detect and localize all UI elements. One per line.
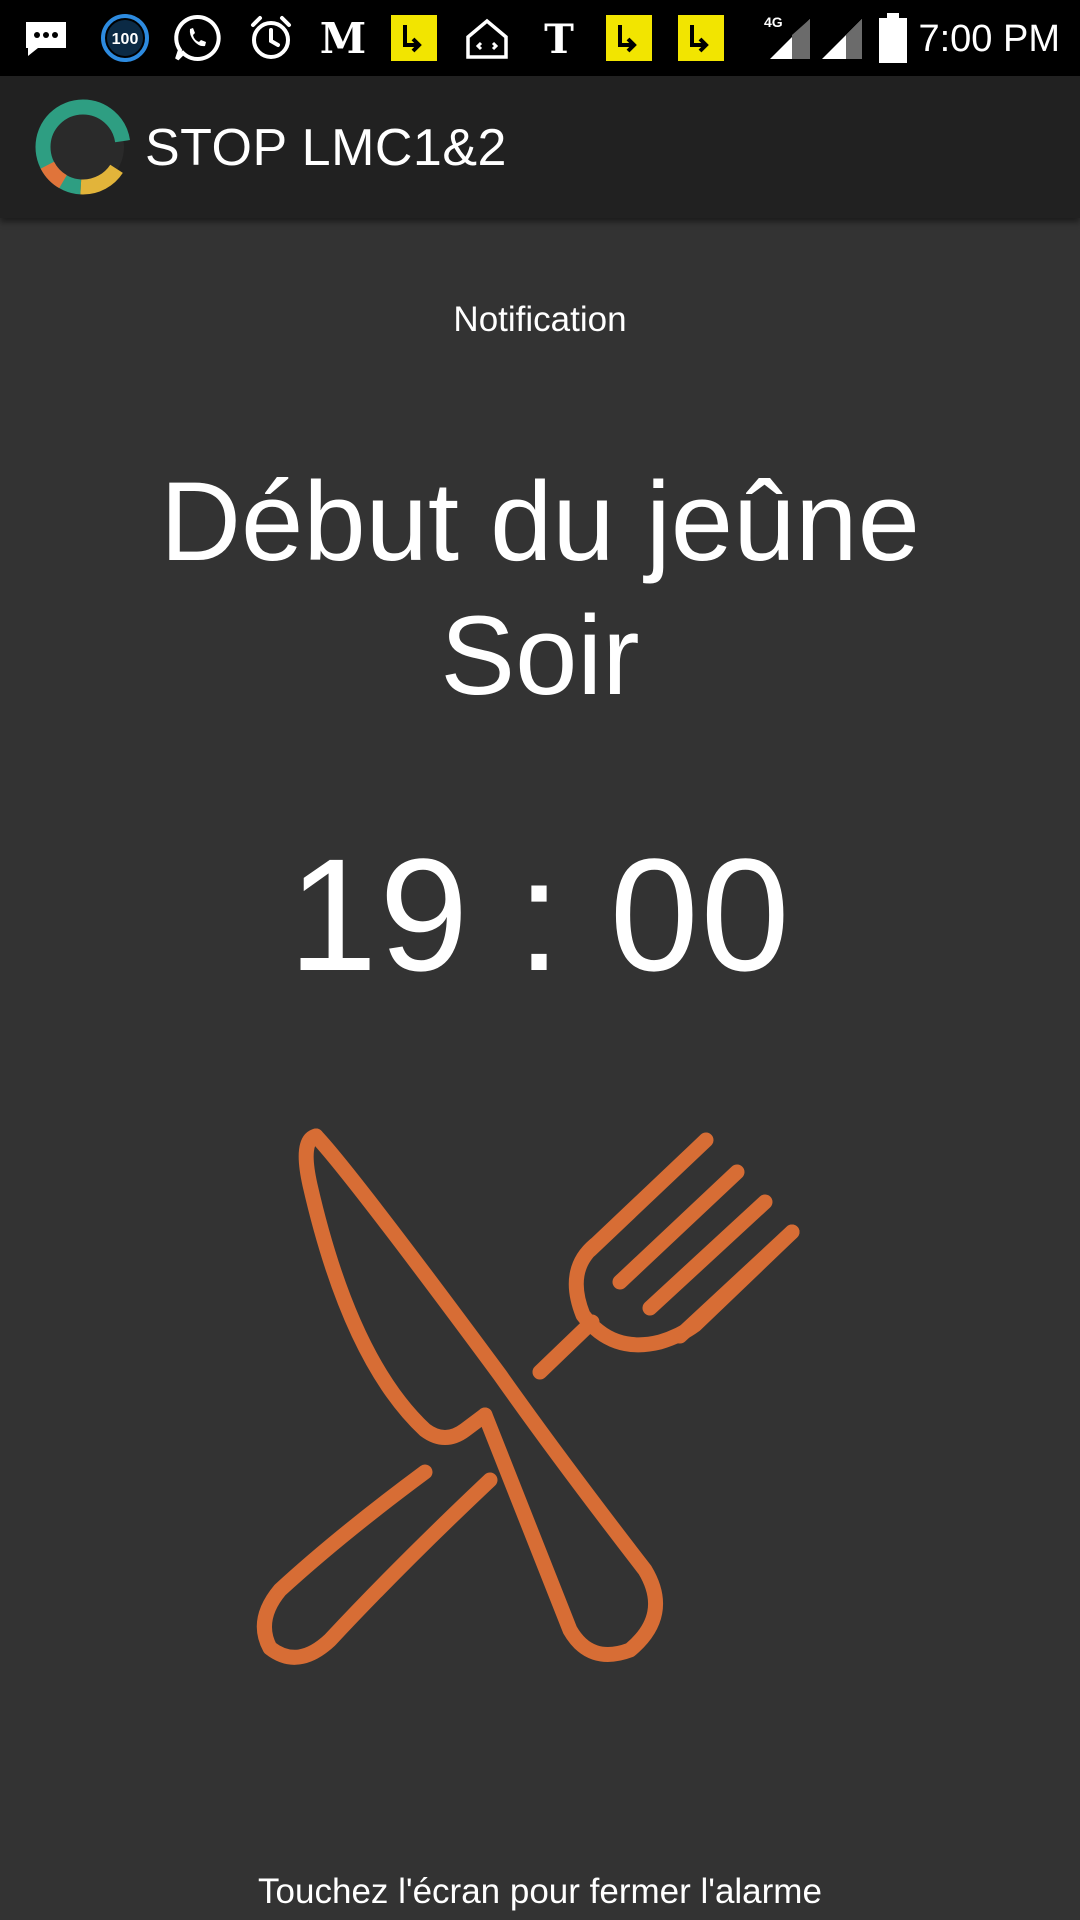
app-logo-ring-icon	[34, 98, 132, 196]
le-monde-icon: M	[318, 8, 368, 68]
event-title: Début du jeûne Soir	[0, 455, 1080, 723]
event-title-line-2: Soir	[440, 593, 640, 718]
message-bubble-icon	[22, 8, 70, 68]
yellow-app-icon	[678, 8, 724, 68]
yellow-app-icon	[606, 8, 652, 68]
status-bar: 100 M T 4G 7:00 PM	[0, 0, 1080, 76]
signal-icon	[818, 8, 864, 68]
network-type-label: 4G	[764, 14, 783, 30]
battery-icon	[876, 8, 910, 68]
app-bar: STOP LMC1&2	[0, 76, 1080, 218]
alarm-time: 19 : 00	[288, 825, 792, 1004]
badge-number: 100	[112, 31, 139, 48]
svg-text:T: T	[544, 16, 574, 63]
alarm-screen[interactable]: 100 M T 4G 7:00 PM STOP LMC1&2 Notificat…	[0, 0, 1080, 1920]
yellow-app-icon	[391, 8, 437, 68]
badge-100-icon: 100	[100, 8, 150, 68]
knife-fork-icon	[240, 1110, 840, 1690]
status-time: 7:00 PM	[918, 18, 1060, 60]
whatsapp-icon	[172, 8, 222, 68]
event-title-line-1: Début du jeûne	[160, 459, 920, 584]
svg-text:M: M	[320, 14, 367, 63]
nyt-icon: T	[534, 8, 584, 68]
notification-label: Notification	[453, 300, 627, 339]
alarm-clock-icon	[246, 8, 296, 68]
home-app-icon	[462, 8, 512, 68]
dismiss-hint: Touchez l'écran pour fermer l'alarme	[258, 1872, 822, 1911]
app-title: STOP LMC1&2	[145, 119, 507, 177]
signal-4g-icon: 4G	[762, 8, 812, 68]
